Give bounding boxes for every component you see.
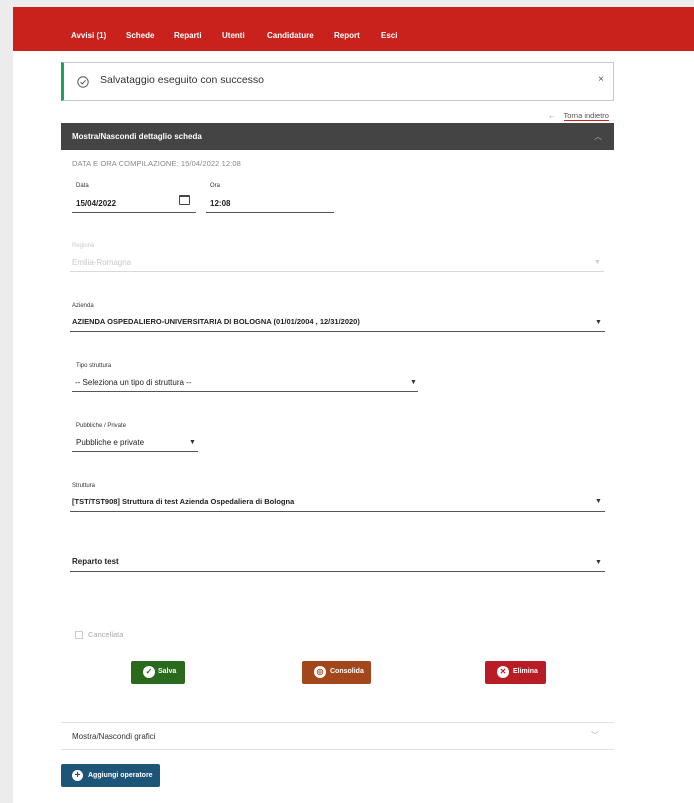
- ora-label: Ora: [210, 183, 221, 189]
- save-button[interactable]: ✓ Salva: [131, 661, 185, 684]
- struttura-select[interactable]: [TST/TST908] Struttura di test Azienda O…: [72, 497, 294, 506]
- calendar-icon[interactable]: [179, 195, 190, 205]
- card-header-toggle[interactable]: Mostra/Nascondi dettaglio scheda ︿: [61, 123, 614, 150]
- ora-input[interactable]: 12:08: [210, 199, 230, 208]
- chevron-down-icon[interactable]: ▼: [595, 498, 602, 505]
- arrow-left-icon: ←: [548, 111, 556, 120]
- nav-item-esci[interactable]: Esci: [381, 31, 397, 40]
- alert-message: Salvataggio eseguito con successo: [100, 74, 265, 86]
- divider: [61, 722, 614, 723]
- save-button-label: Salva: [158, 668, 177, 675]
- chevron-down-icon[interactable]: ▼: [595, 319, 602, 326]
- check-circle-icon: [77, 75, 89, 88]
- nav-item-schede[interactable]: Schede: [126, 31, 154, 40]
- nav-item-avvisi[interactable]: Avvisi (1): [71, 31, 106, 40]
- chevron-down-icon[interactable]: ▼: [410, 379, 417, 386]
- struttura-label: Struttura: [72, 483, 96, 489]
- data-input[interactable]: 15/04/2022: [76, 199, 116, 208]
- cancellata-label: Cancellata: [88, 630, 124, 639]
- top-navbar: Avvisi (1) Schede Reparti Utenti Candida…: [13, 7, 694, 51]
- tipo-struttura-select[interactable]: -- Seleziona un tipo di struttura --: [75, 378, 192, 387]
- pubbliche-private-label: Pubbliche / Private: [76, 423, 127, 429]
- nav-item-reparti[interactable]: Reparti: [174, 31, 202, 40]
- back-link[interactable]: ← Torna indietro: [548, 111, 609, 121]
- regione-label: Regione: [72, 243, 95, 249]
- add-operator-button-label: Aggiungi operatore: [88, 772, 153, 779]
- nav-item-candidature[interactable]: Candidature: [267, 31, 314, 40]
- azienda-label: Azienda: [72, 303, 94, 309]
- cancellata-checkbox[interactable]: [75, 631, 83, 639]
- card-header-title: Mostra/Nascondi dettaglio scheda: [72, 132, 202, 141]
- consolida-button-label: Consolida: [330, 668, 364, 675]
- delete-button-label: Elimina: [513, 668, 538, 675]
- success-alert: Salvataggio eseguito con successo ×: [61, 62, 614, 101]
- chevron-down-icon[interactable]: ▼: [595, 559, 602, 566]
- chevron-up-icon: ︿: [594, 132, 602, 141]
- close-icon: ✕: [497, 666, 509, 678]
- grafici-toggle[interactable]: Mostra/Nascondi grafici: [72, 732, 156, 741]
- consolida-button[interactable]: ◎ Consolida: [302, 661, 371, 684]
- delete-button[interactable]: ✕ Elimina: [485, 661, 546, 684]
- reparto-select[interactable]: Reparto test: [72, 557, 119, 566]
- data-label: Data: [76, 183, 89, 189]
- back-link-label: Torna indietro: [563, 111, 609, 121]
- pubbliche-private-select[interactable]: Pubbliche e private: [76, 438, 144, 447]
- chevron-down-icon: ▼: [594, 259, 601, 266]
- page: Avvisi (1) Schede Reparti Utenti Candida…: [13, 7, 694, 803]
- close-icon[interactable]: ×: [598, 74, 604, 85]
- chevron-down-icon[interactable]: ▼: [189, 439, 196, 446]
- plus-icon: +: [72, 770, 83, 781]
- nav-item-utenti[interactable]: Utenti: [222, 31, 245, 40]
- divider: [61, 749, 614, 750]
- add-operator-button[interactable]: + Aggiungi operatore: [61, 764, 160, 787]
- azienda-select[interactable]: AZIENDA OSPEDALIERO-UNIVERSITARIA DI BOL…: [72, 317, 360, 326]
- nav-item-report[interactable]: Report: [334, 31, 360, 40]
- tipo-struttura-label: Tipo struttura: [76, 363, 112, 369]
- chevron-down-icon[interactable]: ﹀: [591, 730, 599, 741]
- regione-select: Emilia-Romagna: [72, 258, 132, 267]
- compilation-datetime: DATA E ORA COMPILAZIONE: 15/04/2022 12:0…: [72, 159, 241, 168]
- consolidate-icon: ◎: [314, 666, 326, 678]
- check-icon: ✓: [143, 666, 155, 678]
